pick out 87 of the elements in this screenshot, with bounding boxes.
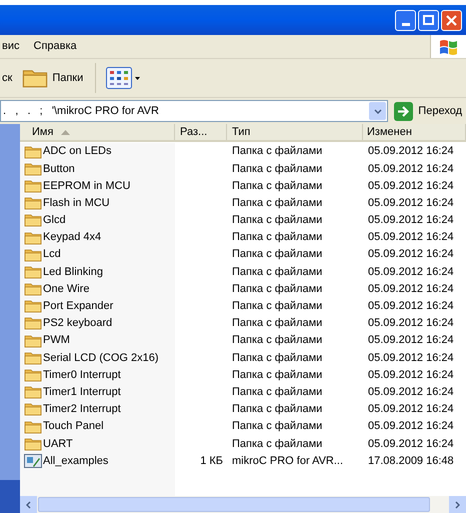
column-header[interactable]: Тип [227,124,363,140]
folder-icon [24,385,42,400]
file-type: Папка с файлами [232,384,322,400]
dropdown-caret-icon [135,76,140,80]
minimize-icon [402,22,410,26]
folders-button[interactable]: Папки [22,63,96,93]
column-header[interactable]: Имя [20,124,175,140]
folder-icon [24,334,42,348]
folder-icon [24,178,42,193]
file-type: Папка с файлами [232,316,322,332]
file-type: mikroC PRO for AVR... [232,454,344,469]
file-type: Папка с файлами [232,368,322,383]
modified-date: 05.09.2012 16:24 [368,419,454,434]
project-file-icon [24,454,42,468]
file-type: Папка с файлами [232,436,322,452]
modified-date: 05.09.2012 16:24 [368,316,454,332]
file-type: Папка с файлами [232,178,322,194]
chevron-down-icon [374,108,382,114]
file-type: Папка с файлами [232,299,322,314]
modified-date: 05.09.2012 16:24 [368,282,454,297]
column-header[interactable]: Изменен [363,124,466,140]
modified-date: 17.08.2009 16:48 [368,454,454,469]
folder-icon [24,316,42,330]
folder-icon [24,264,42,279]
file-type: Папка с файлами [232,419,322,434]
chevron-right-icon [455,500,460,508]
scroll-left-button[interactable] [20,496,37,513]
menu-item[interactable]: вис [2,38,20,55]
file-type: Папка с файлами [232,196,322,211]
folder-icon [24,162,42,176]
scroll-right-button[interactable] [449,496,466,513]
modified-date: 05.09.2012 16:24 [368,350,454,366]
windows-flag-icon [438,38,458,56]
file-type: Папка с файлами [232,282,322,297]
address-field[interactable]: . , . ; '\mikroC PRO for AVR [0,100,388,122]
folder-icon [24,368,42,382]
modified-date: 05.09.2012 16:24 [368,144,454,160]
modified-date: 05.09.2012 16:24 [368,213,454,228]
maximize-button[interactable] [418,10,439,30]
chevron-left-icon [26,500,31,508]
file-type: Папка с файлами [232,350,322,366]
folder-icon [24,144,42,159]
minimize-button[interactable] [395,10,416,30]
modified-date: 05.09.2012 16:24 [368,436,454,452]
modified-date: 05.09.2012 16:24 [368,247,454,262]
folder-icon [24,420,42,434]
file-type: Папка с файлами [232,162,322,177]
modified-date: 05.09.2012 16:24 [368,162,454,177]
folder-icon [24,196,42,210]
modified-date: 05.09.2012 16:24 [368,402,454,418]
folder-icon [22,67,48,89]
folder-icon [24,282,42,296]
folder-icon [24,248,42,262]
folder-icon [24,402,42,416]
file-type: Папка с файлами [232,213,322,228]
file-type: Папка с файлами [232,230,322,246]
modified-date: 05.09.2012 16:24 [368,178,454,194]
file-size: 1 КБ [200,454,223,469]
address-dropdown-button[interactable] [369,102,386,120]
modified-date: 05.09.2012 16:24 [368,333,454,348]
folder-icon [24,436,42,451]
file-type: Папка с файлами [232,264,322,280]
toolbar-button[interactable]: ск [0,70,22,86]
folder-icon [24,213,42,228]
folder-icon [24,230,42,245]
go-button[interactable]: Переход [394,102,462,120]
folder-icon [24,350,42,365]
file-type: Папка с файлами [232,144,322,160]
file-type: Папка с файлами [232,247,322,262]
maximize-icon [423,15,434,25]
views-button[interactable] [106,67,140,89]
modified-date: 05.09.2012 16:24 [368,368,454,383]
modified-date: 05.09.2012 16:24 [368,299,454,314]
file-type: Папка с файлами [232,402,322,418]
close-button[interactable] [441,10,462,30]
close-icon [446,14,457,26]
modified-date: 05.09.2012 16:24 [368,196,454,211]
arrow-right-icon [394,102,414,120]
modified-date: 05.09.2012 16:24 [368,230,454,246]
views-icon [106,67,132,89]
sort-ascending-icon [61,130,70,134]
column-header[interactable]: Раз... [175,124,227,140]
menu-item[interactable]: Справка [34,38,77,55]
folder-icon [24,299,42,314]
modified-date: 05.09.2012 16:24 [368,384,454,400]
file-type: Папка с файлами [232,333,322,348]
modified-date: 05.09.2012 16:24 [368,264,454,280]
